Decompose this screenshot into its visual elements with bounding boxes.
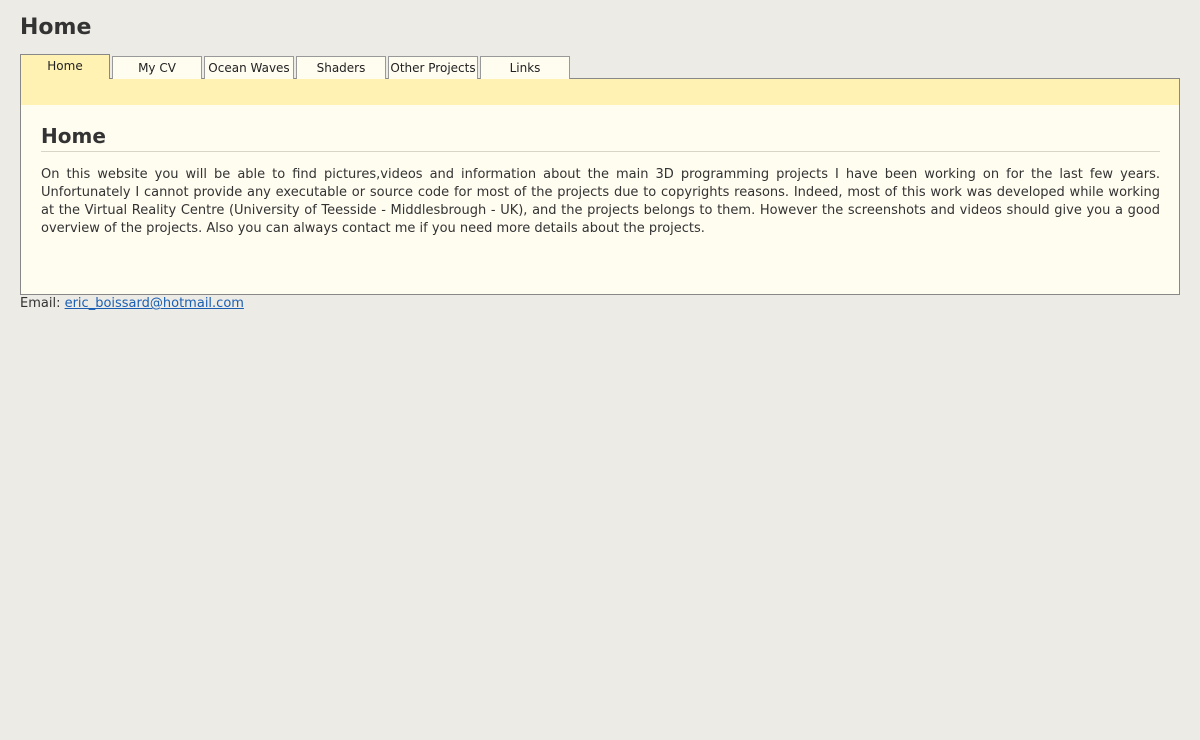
tab-bar: Home My CV Ocean Waves Shaders Other Pro…: [20, 54, 572, 79]
tab-my-cv[interactable]: My CV: [112, 56, 202, 79]
email-line: Email: eric_boissard@hotmail.com: [20, 295, 244, 313]
email-link[interactable]: eric_boissard@hotmail.com: [65, 296, 244, 311]
email-label: Email:: [20, 296, 65, 311]
tab-shaders[interactable]: Shaders: [296, 56, 386, 79]
content-panel: Home On this website you will be able to…: [20, 78, 1180, 295]
tab-other-projects[interactable]: Other Projects: [388, 56, 478, 79]
panel-header-strip: [21, 79, 1179, 105]
tab-ocean-waves[interactable]: Ocean Waves: [204, 56, 294, 79]
panel-content: Home On this website you will be able to…: [21, 105, 1179, 238]
page-title: Home: [20, 15, 92, 40]
page: Home Home My CV Ocean Waves Shaders Othe…: [0, 0, 1200, 740]
tab-home[interactable]: Home: [20, 54, 110, 79]
section-heading: Home: [41, 123, 1160, 152]
intro-paragraph: On this website you will be able to find…: [41, 167, 1160, 236]
tab-links[interactable]: Links: [480, 56, 570, 79]
